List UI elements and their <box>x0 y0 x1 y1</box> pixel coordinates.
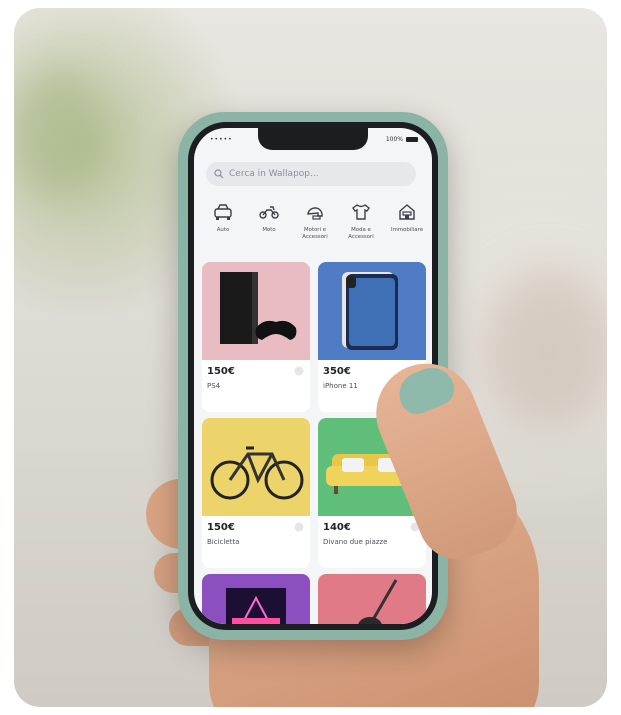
category-label: Immobiliare <box>390 227 424 233</box>
product-price: 150€ <box>207 366 235 377</box>
heart-icon[interactable] <box>294 522 304 532</box>
product-price: 350€ <box>323 366 351 377</box>
category-moda[interactable]: Moda e Accessori <box>338 202 384 252</box>
helmet-icon <box>307 207 323 220</box>
search-bar[interactable]: Cerca in Wallapop... <box>206 162 416 186</box>
product-title: iPhone 11 <box>323 382 358 390</box>
car-icon <box>214 204 232 220</box>
product-image <box>318 574 426 624</box>
motorbike-icon <box>259 206 279 219</box>
category-motori[interactable]: Motori e Accessori <box>292 202 338 252</box>
category-label: Motori e Accessori <box>302 227 328 240</box>
heart-icon[interactable] <box>294 366 304 376</box>
product-image <box>202 574 310 624</box>
search-placeholder: Cerca in Wallapop... <box>229 169 319 179</box>
product-price: 140€ <box>323 522 351 533</box>
product-card[interactable] <box>318 574 426 624</box>
category-bar: Auto Moto Motori e Accessori Moda e Acce… <box>200 202 432 252</box>
carrier-signal: ••••• <box>210 136 233 143</box>
product-card[interactable]: 150€ PS4 <box>202 262 310 412</box>
iphone-image <box>342 272 398 350</box>
tshirt-icon <box>352 204 370 220</box>
bicycle-image <box>210 446 304 500</box>
ps4-console-image <box>220 272 297 344</box>
battery-percent: 100% <box>385 136 403 143</box>
product-title: Divano due piazze <box>323 538 388 546</box>
category-label: Moda e Accessori <box>348 227 374 240</box>
product-title: PS4 <box>207 382 221 390</box>
product-image <box>318 262 426 360</box>
battery-icon <box>406 137 418 142</box>
category-auto[interactable]: Auto <box>200 202 246 252</box>
category-label: Auto <box>216 227 230 233</box>
product-card[interactable]: 150€ Bicicletta <box>202 418 310 568</box>
background-blur <box>14 68 104 198</box>
poster-image <box>226 588 286 624</box>
category-immobiliare[interactable]: Immobiliare <box>384 202 430 252</box>
guitar-image <box>358 579 398 624</box>
product-title: Bicicletta <box>207 538 240 546</box>
product-price: 150€ <box>207 522 235 533</box>
search-icon <box>214 169 224 179</box>
product-image <box>202 418 310 516</box>
category-label: Moto <box>262 227 276 233</box>
building-icon <box>399 204 415 220</box>
battery-status: 100% <box>386 136 418 143</box>
background-blur <box>484 268 607 428</box>
product-image <box>202 262 310 360</box>
category-moto[interactable]: Moto <box>246 202 292 252</box>
phone-notch <box>258 128 368 150</box>
product-card[interactable] <box>202 574 310 624</box>
